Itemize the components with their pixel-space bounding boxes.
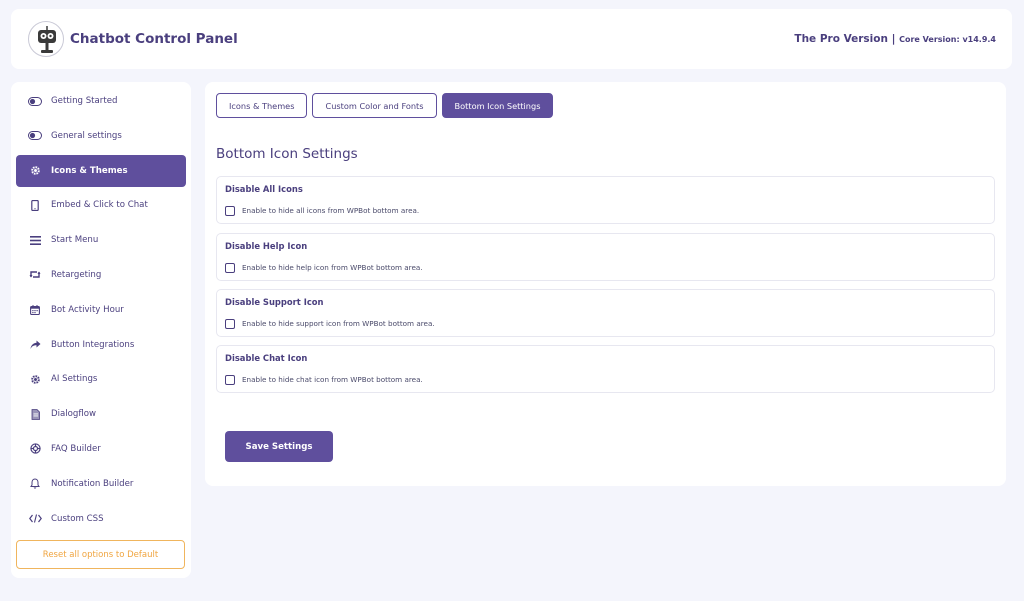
- sidebar-item-retargeting[interactable]: Retargeting: [16, 259, 186, 291]
- share-arrow-icon: [28, 338, 42, 352]
- sidebar-item-label: Retargeting: [51, 269, 102, 280]
- option-disable-support-icon: Disable Support Icon Enable to hide supp…: [216, 289, 995, 337]
- option-description: Enable to hide chat icon from WPBot bott…: [242, 375, 423, 384]
- code-icon: [28, 512, 42, 526]
- sidebar-item-label: Start Menu: [51, 235, 99, 246]
- option-title: Disable Chat Icon: [225, 353, 308, 363]
- brand: Chatbot Control Panel: [28, 21, 238, 57]
- toggle-icon: [28, 129, 42, 143]
- header-bar: Chatbot Control Panel The Pro Version | …: [11, 9, 1012, 69]
- sidebar-item-label: FAQ Builder: [51, 443, 101, 454]
- version-separator: |: [891, 33, 896, 45]
- gear-icon: [28, 372, 42, 386]
- disable-help-icon-checkbox[interactable]: [225, 263, 235, 273]
- mobile-icon: [28, 198, 42, 212]
- life-ring-icon: [28, 442, 42, 456]
- sidebar-item-faq-builder[interactable]: FAQ Builder: [16, 433, 186, 465]
- sidebar-item-label: Notification Builder: [51, 478, 134, 489]
- disable-all-icons-checkbox[interactable]: [225, 206, 235, 216]
- sidebar-item-notification-builder[interactable]: Notification Builder: [16, 468, 186, 500]
- gear-icon: [28, 164, 42, 178]
- sidebar-item-start-menu[interactable]: Start Menu: [16, 224, 186, 256]
- sidebar-item-general-settings[interactable]: General settings: [16, 120, 186, 152]
- option-description: Enable to hide support icon from WPBot b…: [242, 319, 435, 328]
- sidebar-item-custom-css[interactable]: Custom CSS: [16, 503, 186, 535]
- section-title: Bottom Icon Settings: [216, 146, 358, 162]
- tab-icons-themes[interactable]: Icons & Themes: [216, 93, 308, 118]
- settings-tabs: Icons & Themes Custom Color and Fonts Bo…: [216, 93, 554, 118]
- sidebar-item-label: Icons & Themes: [51, 165, 128, 176]
- option-disable-chat-icon: Disable Chat Icon Enable to hide chat ic…: [216, 345, 995, 393]
- option-description: Enable to hide help icon from WPBot bott…: [242, 263, 423, 272]
- option-title: Disable Help Icon: [225, 241, 308, 251]
- sidebar-item-embed-click-to-chat[interactable]: Embed & Click to Chat: [16, 189, 186, 221]
- sidebar-item-dialogflow[interactable]: Dialogflow: [16, 398, 186, 430]
- sidebar-item-button-integrations[interactable]: Button Integrations: [16, 329, 186, 361]
- option-title: Disable Support Icon: [225, 297, 324, 307]
- calendar-icon: [28, 303, 42, 317]
- core-version-label: Core Version: v14.9.4: [899, 35, 996, 44]
- reset-defaults-button[interactable]: Reset all options to Default: [16, 540, 185, 569]
- sidebar-item-label: AI Settings: [51, 374, 98, 385]
- option-disable-all-icons: Disable All Icons Enable to hide all ico…: [216, 176, 995, 224]
- tab-bottom-icon-settings[interactable]: Bottom Icon Settings: [441, 93, 554, 118]
- option-disable-help-icon: Disable Help Icon Enable to hide help ic…: [216, 233, 995, 281]
- option-description: Enable to hide all icons from WPBot bott…: [242, 206, 420, 215]
- main-panel: Icons & Themes Custom Color and Fonts Bo…: [205, 82, 1006, 486]
- tab-custom-color-fonts[interactable]: Custom Color and Fonts: [312, 93, 437, 118]
- toggle-icon: [28, 94, 42, 108]
- robot-logo-icon: [28, 21, 64, 57]
- sidebar-item-icons-themes[interactable]: Icons & Themes: [16, 154, 186, 187]
- disable-support-icon-checkbox[interactable]: [225, 319, 235, 329]
- sidebar: Getting Started General settings Icons &…: [11, 82, 191, 578]
- sidebar-item-bot-activity-hour[interactable]: Bot Activity Hour: [16, 294, 186, 326]
- option-title: Disable All Icons: [225, 184, 303, 194]
- retweet-icon: [28, 268, 42, 282]
- sidebar-item-label: Custom CSS: [51, 513, 104, 524]
- document-icon: [28, 407, 42, 421]
- sidebar-item-ai-settings[interactable]: AI Settings: [16, 363, 186, 395]
- sidebar-item-label: Getting Started: [51, 96, 118, 106]
- pro-version-label: The Pro Version: [794, 33, 888, 45]
- bell-icon: [28, 477, 42, 491]
- sidebar-item-label: Button Integrations: [51, 339, 135, 350]
- version-info: The Pro Version | Core Version: v14.9.4: [794, 33, 996, 45]
- sidebar-item-label: Dialogflow: [51, 409, 97, 420]
- menu-bars-icon: [28, 233, 42, 247]
- disable-chat-icon-checkbox[interactable]: [225, 375, 235, 385]
- page-title: Chatbot Control Panel: [70, 31, 238, 47]
- sidebar-item-label: Bot Activity Hour: [51, 304, 124, 315]
- sidebar-item-label: General settings: [51, 130, 122, 141]
- save-settings-button[interactable]: Save Settings: [225, 431, 333, 462]
- sidebar-item-getting-started[interactable]: Getting Started: [16, 85, 186, 117]
- sidebar-item-label: Embed & Click to Chat: [51, 200, 148, 211]
